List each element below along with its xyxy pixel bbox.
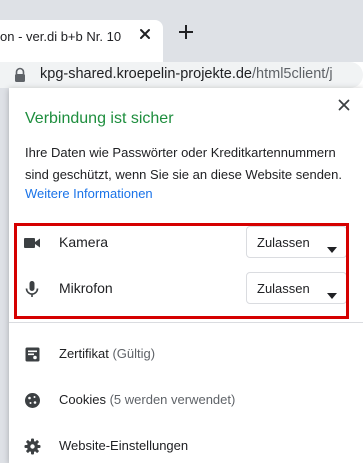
- connection-secure-title: Verbindung ist sicher: [25, 110, 174, 127]
- certificate-icon: [24, 346, 41, 363]
- menu-label: Zertifikat (Gültig): [59, 346, 155, 361]
- highlight-box: [14, 223, 349, 319]
- tab-title: on - ver.di b+b Nr. 10: [0, 29, 122, 44]
- menu-label: Cookies (5 werden verwendet): [59, 392, 235, 407]
- menu-label: Website-Einstellungen: [59, 438, 189, 453]
- url-text[interactable]: kpg-shared.kroepelin-projekte.de/html5cl…: [40, 66, 333, 82]
- certificate-item[interactable]: Zertifikat (Gültig): [9, 334, 363, 374]
- tab-strip: on - ver.di b+b Nr. 10: [0, 0, 363, 62]
- lock-icon[interactable]: [12, 67, 28, 83]
- menu-label-detail: (Gültig): [112, 346, 156, 361]
- menu-label-detail: (5 werden verwendet): [109, 392, 236, 407]
- divider: [9, 322, 363, 323]
- menu-label-main: Zertifikat: [59, 346, 109, 361]
- gear-icon: [24, 438, 41, 455]
- plus-icon[interactable]: [178, 24, 194, 40]
- menu-label-main: Cookies: [59, 392, 106, 407]
- cookie-icon: [24, 392, 41, 409]
- more-info-link[interactable]: Weitere Informationen: [25, 186, 153, 201]
- site-settings-item[interactable]: Website-Einstellungen: [9, 426, 363, 463]
- security-description: Ihre Daten wie Passwörter oder Kreditkar…: [25, 145, 343, 182]
- browser-tab[interactable]: on - ver.di b+b Nr. 10: [0, 20, 163, 62]
- url-host: kpg-shared.kroepelin-projekte.de: [40, 66, 252, 82]
- close-icon[interactable]: [136, 25, 154, 43]
- toolbar: kpg-shared.kroepelin-projekte.de/html5cl…: [0, 62, 363, 88]
- url-path: /html5client/j: [252, 66, 333, 82]
- close-icon[interactable]: [337, 98, 351, 112]
- address-bar[interactable]: kpg-shared.kroepelin-projekte.de/html5cl…: [0, 62, 363, 88]
- cookies-item[interactable]: Cookies (5 werden verwendet): [9, 380, 363, 420]
- browser-window: on - ver.di b+b Nr. 10 kpg-shared.kroepe…: [0, 0, 363, 463]
